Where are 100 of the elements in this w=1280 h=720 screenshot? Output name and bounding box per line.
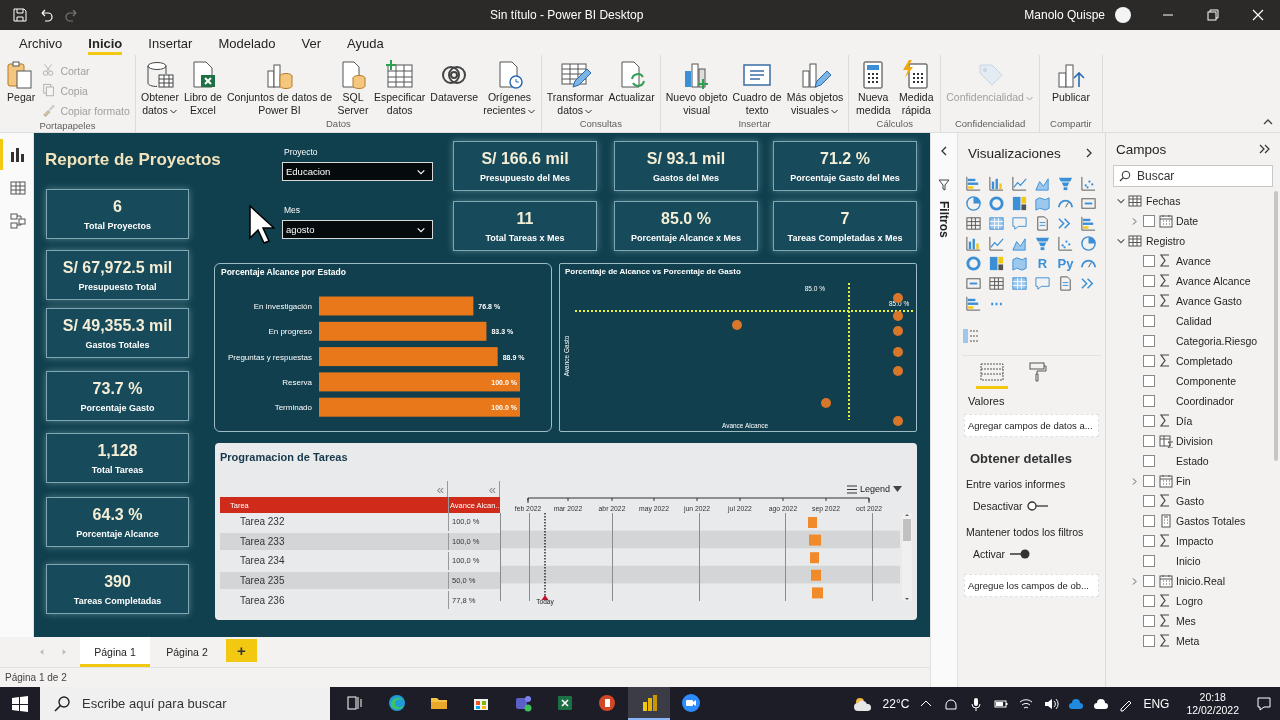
map-icon[interactable] [1034, 194, 1051, 212]
bar-chart-icon[interactable] [9, 145, 27, 164]
checkbox[interactable] [1143, 555, 1155, 567]
checkbox[interactable] [1143, 475, 1155, 487]
ribbon-tab[interactable]: Ayuda [347, 30, 384, 55]
pie-chart-icon[interactable] [965, 194, 982, 212]
checkbox[interactable] [1143, 575, 1155, 587]
ribbon-button[interactable]: Libro de Excel [181, 59, 224, 117]
table-icon[interactable] [9, 178, 27, 197]
scatter-chart-icon[interactable] [1057, 234, 1074, 252]
field-name[interactable]: Logro [1176, 595, 1203, 607]
page-tab[interactable]: Página 1 [80, 637, 150, 667]
treemap-icon[interactable] [988, 254, 1005, 272]
field-name[interactable]: Mes [1176, 615, 1196, 627]
add-page-button[interactable]: + [226, 639, 257, 662]
drop-zone[interactable]: Agregar campos de datos a... [964, 414, 1099, 437]
field-name[interactable]: Gasto [1176, 495, 1204, 507]
checkbox[interactable] [1143, 595, 1155, 607]
legend-button[interactable]: Legend [846, 484, 902, 494]
ribbon-button[interactable]: Cuadro de texto [730, 59, 784, 117]
donut-chart-icon[interactable] [988, 194, 1005, 212]
column-chart-icon[interactable] [965, 234, 982, 252]
pane-tab[interactable] [976, 362, 1008, 389]
field-name[interactable]: Inicio [1176, 555, 1201, 567]
table-name[interactable]: Fechas [1146, 195, 1181, 207]
fields-well-icon[interactable] [980, 362, 1004, 382]
checkbox[interactable] [1143, 495, 1155, 507]
checkbox[interactable] [1143, 215, 1155, 227]
pie-chart-icon[interactable] [1080, 234, 1097, 252]
ribbon-button[interactable]: Transformar datos [544, 59, 606, 117]
language-indicator[interactable]: ENG [1143, 696, 1170, 711]
ribbon-button[interactable]: Más objetos visuales [784, 59, 846, 117]
field-name[interactable]: Avance Alcance [1176, 275, 1251, 287]
slicer-dropdown[interactable]: Educacion [282, 162, 433, 181]
ribbon-button[interactable]: Publicar [1049, 59, 1092, 104]
table-icon[interactable] [988, 274, 1005, 292]
field-name[interactable]: Componente [1176, 375, 1237, 387]
checkbox[interactable] [1143, 395, 1155, 407]
ribbon-button[interactable]: Dataverse [428, 59, 481, 104]
ribbon-tab[interactable]: Ver [301, 30, 321, 55]
field-name[interactable]: Division [1176, 435, 1213, 447]
notification-icon[interactable] [1256, 695, 1272, 712]
field-name[interactable]: Impacto [1176, 535, 1214, 547]
ribbon-button[interactable]: Medida rápida [897, 59, 936, 117]
custom-visual-icon[interactable] [962, 327, 980, 345]
table-icon[interactable] [965, 214, 982, 232]
document-icon[interactable] [1057, 274, 1074, 292]
matrix-icon[interactable] [1011, 274, 1028, 292]
scrollbar[interactable] [902, 513, 912, 601]
field-name[interactable]: Avance [1176, 255, 1211, 267]
toggle-switch[interactable] [1026, 501, 1049, 511]
ribbon-button[interactable]: Nueva medida [854, 59, 893, 117]
avatar-icon[interactable] [1115, 7, 1131, 23]
slicer-dropdown[interactable]: agosto [282, 220, 433, 239]
collapse-pane-icon[interactable] [1258, 143, 1272, 155]
ribbon-tab[interactable]: Inicio [88, 30, 123, 55]
checkbox[interactable] [1143, 295, 1155, 307]
checkbox[interactable] [1143, 355, 1155, 367]
paint-roller-icon[interactable] [1026, 362, 1050, 382]
column-chart-icon[interactable] [988, 174, 1005, 192]
checkbox[interactable] [1143, 455, 1155, 467]
page-tab[interactable]: Página 2 [152, 637, 222, 667]
checkbox[interactable] [1143, 415, 1155, 427]
field-name[interactable]: Fin [1176, 475, 1191, 487]
table-name[interactable]: Registro [1146, 235, 1186, 247]
search-field[interactable]: Escribe aquí para buscar [40, 687, 330, 720]
ribbon-button[interactable]: Obtener datos [139, 59, 181, 117]
ribbon-button[interactable]: SQL Server [335, 59, 371, 117]
checkbox[interactable] [1143, 315, 1155, 327]
ribbon-button[interactable]: Nuevo objeto visual [663, 59, 730, 117]
speech-bubble-icon[interactable] [1034, 274, 1051, 292]
scatter-chart-icon[interactable] [1080, 174, 1097, 192]
windows-logo-icon[interactable] [12, 695, 28, 712]
field-name[interactable]: Gastos Totales [1176, 515, 1246, 527]
field-name[interactable]: Día [1176, 415, 1193, 427]
drop-zone[interactable]: Agregue los campos de ob... [964, 574, 1099, 597]
toggle-switch[interactable] [1009, 549, 1032, 559]
ribbon-button[interactable]: Especificar datos [372, 59, 428, 117]
field-name[interactable]: Avance Gasto [1176, 295, 1242, 307]
ribbon-button[interactable]: Pegar [3, 59, 40, 104]
line-chart-icon[interactable] [1011, 174, 1028, 192]
ribbon-button[interactable]: Orígenes recientes [481, 59, 538, 117]
checkbox[interactable] [1143, 535, 1155, 547]
checkbox[interactable] [1143, 375, 1155, 387]
expand-chevron-icon[interactable] [1116, 196, 1126, 206]
ribbon-tab[interactable]: Insertar [148, 30, 193, 55]
save-icon[interactable] [12, 7, 28, 23]
checkbox[interactable] [1143, 615, 1155, 627]
ribbon-button[interactable]: Actualizar [606, 59, 657, 104]
treemap-icon[interactable] [1011, 194, 1028, 212]
matrix-icon[interactable] [988, 214, 1005, 232]
donut-chart-icon[interactable] [965, 254, 982, 272]
expand-chevron-icon[interactable] [1116, 236, 1126, 246]
field-name[interactable]: Completado [1176, 355, 1233, 367]
field-name[interactable]: Categoria.Riesgo [1176, 335, 1258, 347]
checkbox[interactable] [1143, 275, 1155, 287]
field-name[interactable]: Calidad [1176, 315, 1212, 327]
clock-date[interactable]: 12/02/2022 [1186, 703, 1239, 717]
ribbon-button[interactable]: Conjuntos de datos de Power BI [224, 59, 334, 117]
line-chart-icon[interactable] [988, 234, 1005, 252]
